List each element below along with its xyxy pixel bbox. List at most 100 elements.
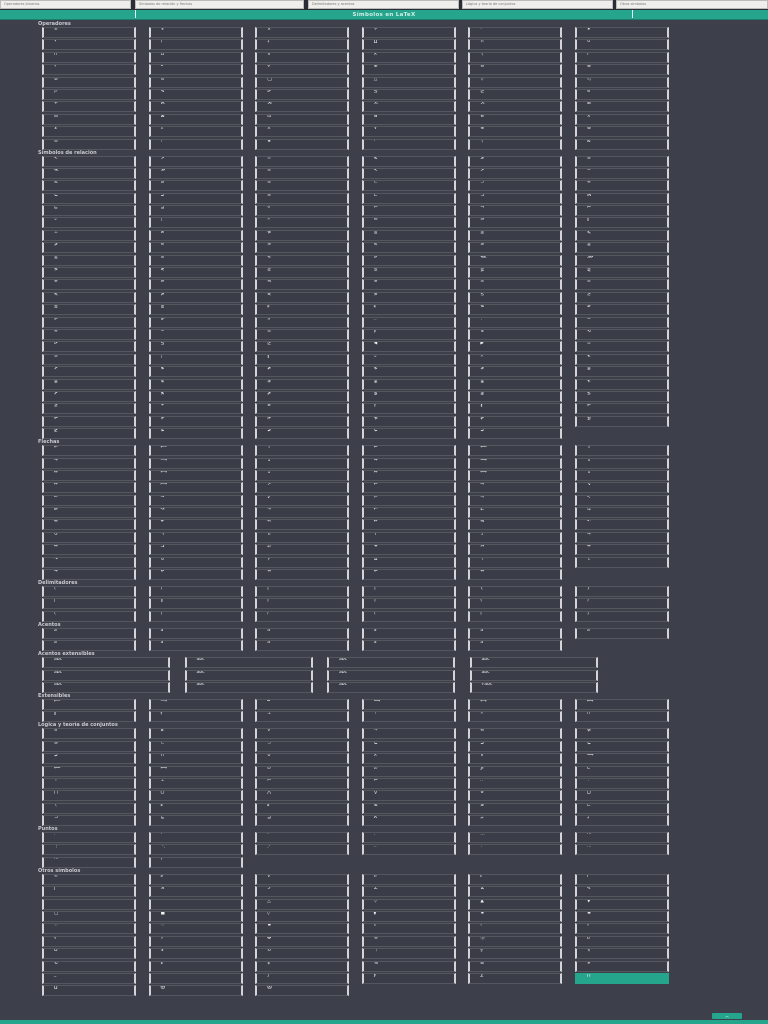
symbol-card[interactable]: ⇆Comando:\leftrightarrows [574, 507, 669, 519]
symbol-card[interactable]: ∧Comando:\wedge [361, 51, 456, 63]
symbol-card[interactable]: ⋞Comando:\curlyeqprec [255, 291, 350, 303]
symbol-card[interactable]: abcComando:\widehat{abc} [184, 657, 313, 669]
symbol-card[interactable]: ⋍Comando:\backsimeq [255, 328, 350, 340]
symbol-card[interactable]: ⋪Comando:\ntriangleleft [361, 415, 456, 427]
symbol-card[interactable]: āComando:\bar{a} [148, 627, 243, 639]
symbol-card[interactable]: ⋈Comando:\bowtie [574, 192, 669, 204]
symbol-card[interactable]: ⊣Comando:\dashv [468, 205, 563, 217]
symbol-card[interactable]: ⇕Comando:\Updownarrow [574, 469, 669, 481]
symbol-card[interactable]: ↷Comando:\curvearrowright [42, 556, 136, 568]
symbol-card[interactable]: ←Comando:\leftarrow [42, 445, 136, 457]
symbol-card[interactable]: ℓComando:\ell [468, 873, 563, 885]
symbol-card[interactable]: ↦Comando:\mapsto [42, 482, 136, 494]
symbol-card[interactable]: ⋋Comando:\leftthreetimes [361, 101, 456, 113]
symbol-card[interactable]: ⋑Comando:\Supset [468, 802, 563, 814]
symbol-card[interactable]: ⊈Comando:\nsubseteq [148, 428, 243, 440]
symbol-card[interactable]: ıComando:\imath [574, 873, 669, 885]
symbol-card[interactable]: ↪Comando:\hookrightarrow [468, 482, 563, 494]
symbol-card[interactable]: ↢Comando:\leftarrowtail [255, 519, 350, 531]
symbol-card[interactable]: äComando:\ddot{a} [468, 627, 563, 639]
symbol-card[interactable]: ⊂Comando:\subset [148, 740, 243, 752]
symbol-card[interactable]: ⇚Comando:\Lleftarrow [42, 519, 136, 531]
symbol-card[interactable]: ∞Comando:\infty [42, 873, 136, 885]
symbol-card[interactable]: ≠Comando:\neq [148, 229, 243, 241]
symbol-card[interactable]: ∔Comando:\dotplus [42, 101, 136, 113]
symbol-card[interactable]: ↣Comando:\rightarrowtail [468, 544, 563, 556]
symbol-card[interactable]: ∀Comando:\forall [255, 728, 350, 740]
symbol-card[interactable]: ′Comando:\prime [42, 898, 136, 910]
symbol-card[interactable]: ⋃Comando:\bigcup [148, 790, 243, 802]
symbol-card[interactable]: ∐Comando:\amalg [361, 39, 456, 51]
symbol-card[interactable]: ¬Comando:\neg [361, 728, 456, 740]
symbol-card[interactable]: △Comando:\triangle [255, 898, 350, 910]
symbol-card[interactable]: ≁Comando:\nsim [148, 403, 243, 415]
symbol-card[interactable]: ⊏Comando:\sqsubset [361, 192, 456, 204]
symbol-card[interactable]: ∘Comando:\circ [42, 64, 136, 76]
symbol-card[interactable]: ⋅Comando:\cdotp [255, 832, 350, 844]
symbol-card[interactable]: ∑Comando:\sum [468, 973, 563, 984]
symbol-card[interactable]: ∨Comando:\vee [255, 51, 350, 63]
symbol-card[interactable]: ⊨Comando:\models [574, 205, 669, 217]
symbol-card[interactable]: ≪Comando:\ll [42, 167, 136, 179]
symbol-card[interactable]: $Comando:\$ [255, 960, 350, 972]
symbol-card[interactable]: ⊑Comando:\sqsubseteq [148, 815, 243, 827]
symbol-card[interactable]: ▷Comando:\triangleright [42, 88, 136, 100]
symbol-card[interactable]: ↕Comando:\updownarrow [255, 469, 350, 481]
symbol-card[interactable]: ♡Comando:\heartsuit [148, 923, 243, 935]
symbol-card[interactable]: ⋙Comando:\ggg [574, 254, 669, 266]
symbol-card[interactable]: ↻Comando:\circlearrowright [148, 556, 243, 568]
symbol-card[interactable]: ⟹Comando:\xRightarrow{} [361, 698, 456, 710]
symbol-card[interactable]: âComando:\hat{a} [148, 640, 243, 652]
symbol-card[interactable]: ∂Comando:\partial [148, 873, 243, 885]
symbol-card[interactable]: ⋛Comando:\gtreqless [361, 267, 456, 279]
symbol-card[interactable]: ⇃Comando:\downharpoonleft [468, 531, 563, 543]
symbol-card[interactable]: abcComando:\overrightarrow{abc} [469, 657, 598, 669]
symbol-card[interactable]: abcComando:\overleftarrow{abc} [327, 657, 455, 669]
symbol-card[interactable]: ℶComando:\beth [468, 815, 563, 827]
symbol-card[interactable]: ↩Comando:\hookleftarrow [361, 482, 456, 494]
symbol-card[interactable]: ∵Comando:\because [468, 316, 563, 328]
symbol-card[interactable]: ∩Comando:\cap [468, 39, 563, 51]
symbol-card[interactable]: ▽Comando:\triangledown [361, 898, 456, 910]
symbol-card[interactable]: abcComando:\underbrace{abc} [469, 669, 598, 681]
symbol-card[interactable]: ≾Comando:\precsim [468, 291, 563, 303]
symbol-card[interactable]: ∴Comando:\therefore [361, 844, 456, 856]
symbol-card[interactable]: ⋖Comando:\lessdot [255, 254, 350, 266]
symbol-card[interactable]: ◊Comando:\lozenge [255, 911, 350, 923]
symbol-card[interactable]: ⌢Comando:\smallfrown [468, 353, 563, 365]
symbol-card[interactable]: ⊃Comando:\supset [255, 740, 350, 752]
symbol-card[interactable]: ℜComando:\Re [148, 886, 243, 898]
symbol-card[interactable]: ⊠Comando:\boxtimes [148, 113, 243, 125]
symbol-card[interactable]: ⊳Comando:\rhd [255, 88, 350, 100]
symbol-card[interactable]: ↚Comando:\nleftarrow [148, 569, 243, 581]
symbol-card[interactable]: ⊒Comando:\sqsupseteq [148, 205, 243, 217]
symbol-card[interactable]: ⊤Comando:\top [42, 777, 136, 789]
symbol-card[interactable]: ⊎Comando:\biguplus [468, 790, 563, 802]
symbol-card[interactable]: ⟺Comando:\xLeftrightarrow{} [574, 698, 669, 710]
symbol-card[interactable]: ≿Comando:\succsim [574, 291, 669, 303]
symbol-card[interactable]: ↽Comando:\leftharpoondown [361, 494, 456, 506]
symbol-card[interactable]: ↞Comando:\twoheadleftarrow [148, 519, 243, 531]
symbol-card[interactable]: ⊸Comando:\multimap [574, 531, 669, 543]
symbol-card[interactable]: ⊓Comando:\sqcap [42, 51, 136, 63]
symbol-card[interactable]: ≫Comando:\gg [148, 167, 243, 179]
symbol-card[interactable]: ⊂Comando:\subset [361, 180, 456, 192]
symbol-card[interactable]: \Comando:\backslash [361, 610, 456, 622]
symbol-card[interactable]: ⪈Comando:\gneq [468, 366, 563, 378]
symbol-card[interactable]: ∉Comando:\notin [574, 728, 669, 740]
symbol-card[interactable]: ≮Comando:\nless [574, 353, 669, 365]
symbol-card[interactable]: ⫆Comando:\supseteqq [361, 304, 456, 316]
symbol-card[interactable]: ★Comando:\bigstar [468, 911, 563, 923]
symbol-card[interactable]: ∪Comando:\cup [574, 39, 669, 51]
symbol-card[interactable]: ⊲Comando:\lhd [148, 88, 243, 100]
symbol-card[interactable]: ♭Comando:\flat [361, 923, 456, 935]
symbol-card[interactable]: ♮Comando:\natural [468, 923, 563, 935]
symbol-card[interactable]: ⋟Comando:\curlyeqsucc [361, 291, 456, 303]
symbol-card[interactable]: ⪰Comando:\succeq [148, 180, 243, 192]
symbol-card[interactable]: ⇢Comando:\dashrightarrow [255, 507, 350, 519]
symbol-card[interactable]: ⋏Comando:\curlywedge [255, 126, 350, 138]
symbol-card[interactable]: ▲Comando:\blacktriangle [468, 898, 563, 910]
symbol-card[interactable]: ≩Comando:\gneqq [42, 378, 136, 390]
symbol-card[interactable]: ⨂Comando:\bigotimes [255, 985, 350, 997]
symbol-card[interactable]: ∽Comando:\backsim [148, 328, 243, 340]
